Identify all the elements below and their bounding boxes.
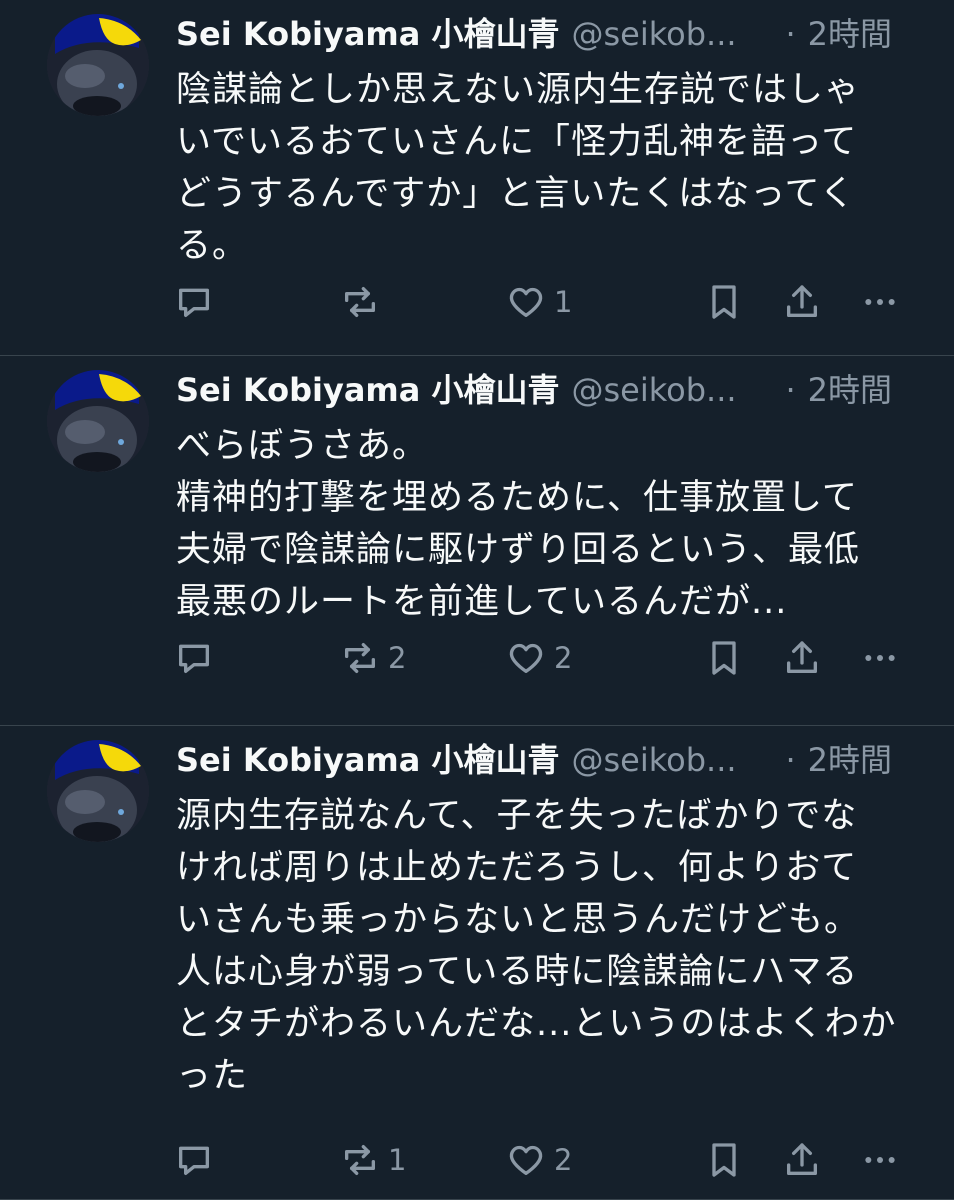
cat-avatar-image [47,370,149,472]
avatar[interactable] [47,14,149,116]
separator-dot: · [785,15,796,53]
heart-icon [509,1145,543,1175]
tweet[interactable]: Sei Kobiyama 小檜山青 @seikob... · 2時間 源内生存説… [0,726,954,1200]
bookmark-button[interactable] [704,280,744,324]
tweet-header: Sei Kobiyama 小檜山青 @seikob... · 2時間 [176,364,916,416]
separator-dot: · [785,741,796,779]
reply-icon [179,1146,209,1175]
retweet-button[interactable]: 2 [340,636,406,680]
share-button[interactable] [782,636,822,680]
like-count: 2 [554,1143,573,1177]
bookmark-icon [712,641,736,675]
tweet-text-line: 人は心身が弱っている時に陰謀論にハマる [176,952,859,992]
more-button[interactable] [860,280,900,324]
user-handle[interactable]: @seikob... [572,364,756,416]
share-icon [787,641,817,673]
bookmark-icon [712,285,736,319]
tweet-text-line: いでいるおていさんに「怪力乱神を語って [176,122,858,162]
more-icon [865,299,895,305]
more-icon [865,1157,895,1163]
bookmark-button[interactable] [704,636,744,680]
reply-icon [179,644,209,673]
avatar[interactable] [47,740,149,842]
tweet[interactable]: Sei Kobiyama 小檜山青 @seikob... · 2時間 陰謀論とし… [0,0,954,356]
retweet-count: 1 [388,1143,407,1177]
share-button[interactable] [782,280,822,324]
like-count: 2 [554,641,573,675]
reply-icon [179,288,209,317]
tweet-text-line: ければ周りは止めただろうし、何よりおて [176,848,858,888]
share-icon [787,1143,817,1175]
tweet-text-line: 源内生存説なんて、子を失ったばかりでな [176,796,858,836]
cat-avatar-image [47,740,149,842]
share-button[interactable] [782,1138,822,1182]
cat-avatar-image [47,14,149,116]
tweet-text-line: どうするんですか」と言いたくはなってく [176,174,856,214]
more-button[interactable] [860,1138,900,1182]
tweet-actions: 1 [0,280,954,324]
tweet-text-line: 精神的打撃を埋めるために、仕事放置して [176,478,858,518]
separator-dot: · [785,371,796,409]
bookmark-button[interactable] [704,1138,744,1182]
timeline: Sei Kobiyama 小檜山青 @seikob... · 2時間 陰謀論とし… [0,0,954,1200]
retweet-button[interactable] [340,280,388,324]
tweet-text: 源内生存説なんて、子を失ったばかりでな ければ周りは止めただろうし、何よりおて … [176,790,897,1102]
heart-icon [509,287,543,317]
heart-icon [509,643,543,673]
display-name[interactable]: Sei Kobiyama 小檜山青 [176,734,560,786]
tweet-text-line: る。 [176,226,249,266]
user-handle[interactable]: @seikob... [572,8,756,60]
display-name[interactable]: Sei Kobiyama 小檜山青 [176,364,560,416]
share-icon [787,285,817,317]
like-count: 1 [554,285,573,319]
tweet-text-line: とタチがわるいんだな...というのはよくわか [176,1004,897,1044]
reply-button[interactable] [174,1138,222,1182]
tweet-text-line: 夫婦で陰謀論に駆けずり回るという、最低 [176,530,861,570]
like-button[interactable]: 2 [506,1138,572,1182]
display-name[interactable]: Sei Kobiyama 小檜山青 [176,8,560,60]
tweet-text: べらぼうさあ。 精神的打撃を埋めるために、仕事放置して 夫婦で陰謀論に駆けずり回… [176,420,894,628]
tweet-header: Sei Kobiyama 小檜山青 @seikob... · 2時間 [176,8,916,60]
retweet-count: 2 [388,641,407,675]
retweet-button[interactable]: 1 [340,1138,406,1182]
reply-button[interactable] [174,280,222,324]
like-button[interactable]: 1 [506,280,572,324]
retweet-icon [345,287,375,317]
timestamp[interactable]: 2時間 [808,364,892,416]
timestamp[interactable]: 2時間 [808,8,892,60]
more-button[interactable] [860,636,900,680]
tweet[interactable]: Sei Kobiyama 小檜山青 @seikob... · 2時間 べらぼうさ… [0,356,954,726]
tweet-text-line: った [176,1056,249,1096]
avatar[interactable] [47,370,149,472]
retweet-icon [345,1145,375,1175]
tweet-actions: 2 2 [0,636,954,680]
tweet-text-line: 陰謀論としか思えない源内生存説ではしゃ [176,70,861,110]
bookmark-icon [712,1143,736,1177]
reply-button[interactable] [174,636,222,680]
retweet-icon [345,643,375,673]
tweet-text-line: 最悪のルートを前進しているんだが... [176,582,788,622]
tweet-text-line: べらぼうさあ。 [176,426,429,466]
tweet-text-line: いさんも乗っからないと思うんだけども。 [176,900,861,940]
tweet-actions: 1 2 [0,1138,954,1182]
tweet-header: Sei Kobiyama 小檜山青 @seikob... · 2時間 [176,734,916,786]
tweet-text: 陰謀論としか思えない源内生存説ではしゃ いでいるおていさんに「怪力乱神を語って … [176,64,894,272]
more-icon [865,655,895,661]
user-handle[interactable]: @seikob... [572,734,756,786]
like-button[interactable]: 2 [506,636,572,680]
timestamp[interactable]: 2時間 [808,734,892,786]
